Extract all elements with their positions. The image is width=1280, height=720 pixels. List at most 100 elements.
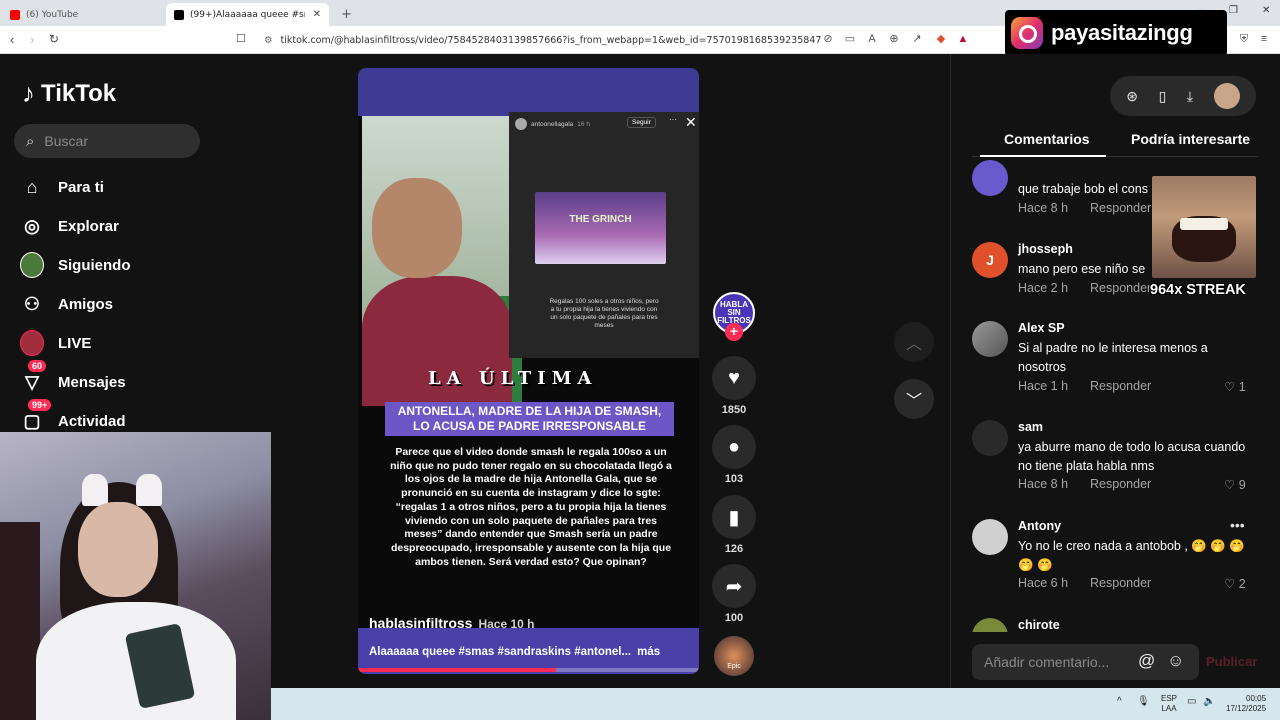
comment-avatar[interactable] <box>972 618 1008 632</box>
follow-plus-button[interactable]: + <box>725 323 743 341</box>
headline-line-2: LO ACUSA DE PADRE IRRESPONSABLE <box>413 419 646 433</box>
story-username: antoonellagala <box>531 120 574 128</box>
comment-action[interactable]: ● 103 <box>712 425 756 485</box>
sidebar-item-mensajes[interactable]: ▽ 60 Mensajes <box>20 360 126 394</box>
reload-icon[interactable]: ↻ <box>49 32 59 46</box>
tiktok-logo[interactable]: ♪ TikTok <box>22 78 116 109</box>
comment-icon[interactable]: ● <box>712 425 756 469</box>
comment-avatar[interactable] <box>972 420 1008 456</box>
comment-username[interactable]: jhosseph <box>1018 242 1073 256</box>
comment-username[interactable]: Alex SP <box>1018 321 1065 335</box>
sidebar-item-amigos[interactable]: ⚇ Amigos <box>20 292 113 316</box>
comment-avatar[interactable]: J <box>972 242 1008 278</box>
comment-text: ya aburre mano de todo lo acusa cuando n… <box>1018 440 1246 473</box>
vpn-icon[interactable]: ⛨ <box>1238 33 1250 45</box>
author-username[interactable]: hablasinfiltross <box>369 615 472 631</box>
profile-avatar[interactable] <box>1213 83 1240 109</box>
reply-link[interactable]: Responder <box>1090 576 1151 590</box>
tab-podria-interesarte[interactable]: Podría interesarte <box>1131 131 1250 147</box>
emoji-icon[interactable]: ☺ <box>1167 651 1184 671</box>
video-player[interactable]: antoonellagala 16 h Seguir ··· ✕ THE GRI… <box>358 68 699 674</box>
download-icon[interactable]: ⤓ <box>1187 88 1193 105</box>
tab-label: (6) YouTube <box>26 9 79 20</box>
comment-avatar[interactable] <box>972 519 1008 555</box>
comment-username[interactable]: Antony <box>1018 519 1061 533</box>
tray-chevron-icon[interactable]: ^ <box>1117 696 1122 707</box>
share-arrow-icon[interactable]: ➦ <box>712 564 756 608</box>
previous-video-button[interactable]: ︿ <box>894 322 934 362</box>
reply-link[interactable]: Responder <box>1090 379 1151 393</box>
zoom-icon[interactable]: ⊕ <box>888 33 900 45</box>
sidebar-item-actividad[interactable]: ▢ 99+ Actividad <box>20 399 126 433</box>
system-clock[interactable]: 00:05 17/12/2025 <box>1226 694 1266 714</box>
video-progress-bar[interactable] <box>358 668 699 672</box>
more-options-icon[interactable]: ••• <box>1230 517 1245 533</box>
bookmark-icon[interactable]: ▮ <box>712 495 756 539</box>
comment-avatar[interactable] <box>972 321 1008 357</box>
forward-icon[interactable]: › <box>30 32 34 47</box>
video-author[interactable]: hablasinfiltross Hace 10 h <box>369 615 535 631</box>
more-link[interactable]: más <box>637 646 660 658</box>
sidebar-item-para-ti[interactable]: ⌂ Para ti <box>20 175 104 199</box>
music-disc[interactable]: Epic <box>714 636 754 676</box>
like-action[interactable]: ♥ 1850 <box>712 356 756 416</box>
comment-like[interactable]: ♡ 1 <box>1224 379 1246 394</box>
avatar-letter: J <box>986 252 994 268</box>
child-face <box>372 178 462 278</box>
rewards-icon[interactable]: ▲ <box>957 33 969 45</box>
back-icon[interactable]: ‹ <box>10 32 14 47</box>
cast-icon[interactable]: ▭ <box>844 33 856 45</box>
windows-taskbar: ^ 🎙 ESP LAA ▭ 🔈 00:05 17/12/2025 <box>271 688 1280 720</box>
comment-placeholder: Añadir comentario... <box>984 654 1110 670</box>
sidebar-item-explorar[interactable]: ◎ Explorar <box>20 214 119 238</box>
comment-time: Hace 2 h <box>1018 281 1069 295</box>
comment-meta: Hace 6 h Responder <box>1018 576 1151 590</box>
comment-like-count: 9 <box>1238 478 1246 492</box>
poster-title: THE GRINCH <box>569 214 632 225</box>
comment-username[interactable]: sam <box>1018 420 1043 434</box>
brave-shield-icon[interactable]: ◆ <box>935 33 947 45</box>
sidebar-item-label: LIVE <box>58 334 92 352</box>
following-avatar <box>20 252 44 278</box>
tab-youtube[interactable]: (6) YouTube <box>2 3 162 26</box>
reply-link[interactable]: Responder <box>1090 201 1151 215</box>
tab-tiktok[interactable]: (99+)Alaaaaaa queee #smas #sa ✕ <box>166 3 329 26</box>
sidebar-item-live[interactable]: LIVE <box>20 330 92 356</box>
comment-time: Hace 6 h <box>1018 576 1069 590</box>
microphone-icon[interactable]: 🎙 <box>1137 696 1150 707</box>
device-icon[interactable]: ▯ <box>1159 88 1167 105</box>
video-progress-fill <box>358 668 556 672</box>
heart-icon[interactable]: ♥ <box>712 356 756 400</box>
volume-icon[interactable]: 🔈 <box>1203 696 1215 707</box>
menu-icon[interactable]: ≡ <box>1258 33 1270 45</box>
tab-comentarios[interactable]: Comentarios <box>1004 131 1090 147</box>
sidebar-item-label: Actividad <box>58 412 126 430</box>
network-icon[interactable]: ▭ <box>1187 696 1196 707</box>
close-tab-icon[interactable]: ✕ <box>313 9 321 20</box>
sidebar-item-siguiendo[interactable]: Siguiendo <box>20 252 131 278</box>
comment-like-count: 2 <box>1238 577 1246 591</box>
close-window-icon[interactable]: ✕ <box>1262 5 1270 16</box>
reply-link[interactable]: Responder <box>1090 281 1151 295</box>
mention-icon[interactable]: @ <box>1138 651 1155 671</box>
translate-icon[interactable]: A <box>866 33 878 45</box>
comment-like[interactable]: ♡ 9 <box>1224 477 1246 492</box>
compass-icon[interactable]: ⊛ <box>1126 88 1138 105</box>
comment-avatar[interactable] <box>972 160 1008 196</box>
media-icon[interactable]: ⊘ <box>822 33 834 45</box>
input-language[interactable]: ESP LAA <box>1161 694 1177 714</box>
comment-username[interactable]: chirote <box>1018 618 1060 632</box>
site-info-icon[interactable]: ⚙ <box>264 35 273 46</box>
bookmark-icon[interactable]: ☐ <box>236 32 246 45</box>
next-video-button[interactable]: ﹀ <box>894 379 934 419</box>
save-action[interactable]: ▮ 126 <box>712 495 756 555</box>
comment-input[interactable]: Añadir comentario... @ ☺ <box>972 644 1199 680</box>
comment-like[interactable]: ♡ 2 <box>1224 576 1246 591</box>
search-input[interactable]: ⌕ Buscar <box>14 124 200 158</box>
restore-icon[interactable]: ❐ <box>1229 5 1238 16</box>
share-icon[interactable]: ↗ <box>911 33 923 45</box>
publish-button[interactable]: Publicar <box>1206 654 1257 669</box>
reply-link[interactable]: Responder <box>1090 477 1151 491</box>
new-tab-button[interactable]: + <box>333 3 353 26</box>
share-action[interactable]: ➦ 100 <box>712 564 756 624</box>
